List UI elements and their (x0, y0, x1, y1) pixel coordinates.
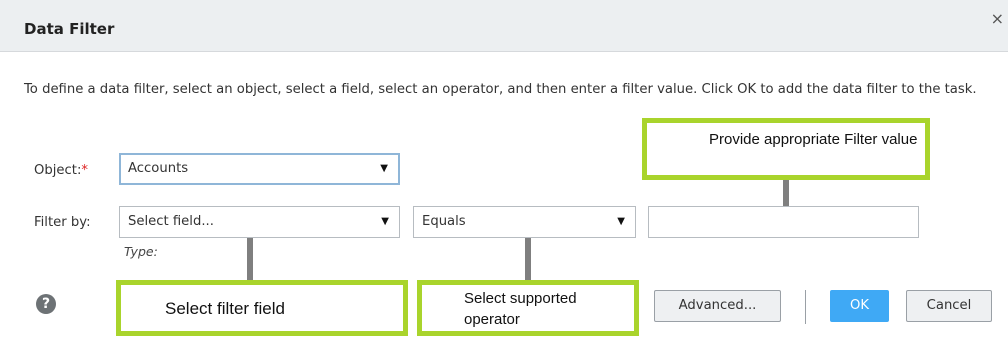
object-select[interactable]: Accounts ▼ (119, 153, 400, 185)
required-marker: * (81, 163, 88, 178)
close-icon[interactable]: × (991, 9, 1004, 28)
object-label: Object:* (34, 163, 88, 178)
operator-select[interactable]: Equals ▼ (413, 206, 636, 238)
callout-connector (525, 238, 531, 282)
object-select-value: Accounts (128, 161, 189, 176)
dropdown-arrow-icon: ▼ (617, 216, 625, 227)
help-icon[interactable]: ? (36, 294, 56, 314)
dropdown-arrow-icon: ▼ (380, 163, 388, 174)
operator-value: Equals (422, 214, 466, 229)
type-hint: Type: (124, 244, 158, 259)
ok-button[interactable]: OK (830, 290, 889, 322)
dialog-header: Data Filter × (0, 0, 1008, 52)
filter-field-select[interactable]: Select field... ▼ (119, 206, 400, 238)
callout-filter-value: Provide appropriate Filter value (642, 118, 930, 180)
button-separator (805, 290, 806, 324)
callout-filter-field: Select filter field (116, 280, 408, 336)
filter-value-input[interactable] (648, 206, 919, 238)
filter-by-label: Filter by: (34, 215, 91, 230)
callout-operator: Select supported operator (417, 280, 639, 336)
cancel-button[interactable]: Cancel (906, 290, 992, 322)
dialog-title: Data Filter (24, 20, 115, 38)
advanced-button[interactable]: Advanced... (654, 290, 781, 322)
dialog-description: To define a data filter, select an objec… (24, 82, 977, 97)
filter-field-value: Select field... (128, 214, 214, 229)
dropdown-arrow-icon: ▼ (381, 216, 389, 227)
callout-connector (247, 238, 253, 282)
